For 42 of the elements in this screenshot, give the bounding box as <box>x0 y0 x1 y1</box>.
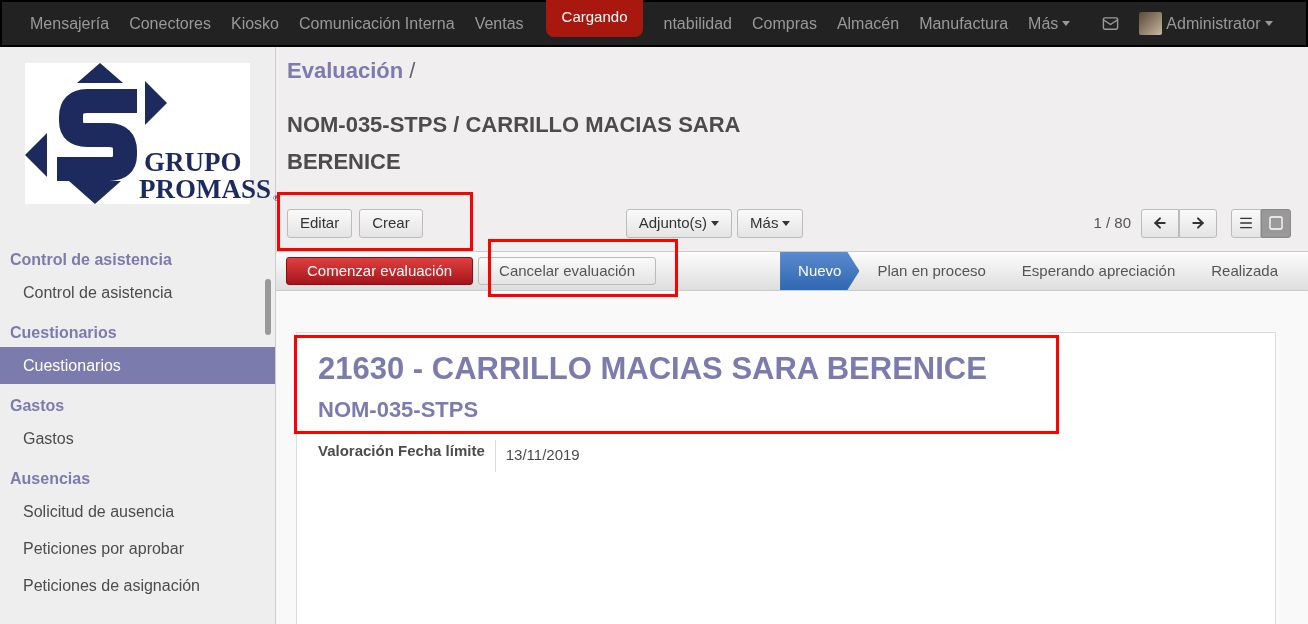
toolbar-button[interactable]: Crear <box>359 208 423 238</box>
stage-step[interactable]: Plan en proceso <box>859 252 1004 290</box>
logo-text: PROMASS <box>139 176 271 203</box>
breadcrumb-separator: / <box>409 56 416 85</box>
sidebar-item[interactable]: Peticiones por aprobar <box>0 530 275 567</box>
action-button[interactable]: Comenzar evaluación <box>286 257 474 285</box>
sidebar-item[interactable]: Cuestionarios <box>0 347 275 384</box>
action-button[interactable]: Cancelar evaluación <box>478 257 656 285</box>
menu-link[interactable]: Ventas <box>474 11 524 36</box>
field-label: Valoración Fecha límite <box>318 440 496 472</box>
breadcrumb-link[interactable]: Evaluación <box>287 53 404 87</box>
menu-link[interactable]: Manufactura <box>919 11 1009 36</box>
toolbar-button[interactable]: Editar <box>287 208 353 238</box>
menu-link[interactable]: Almacén <box>836 11 900 36</box>
record-title: NOM-035-STPS / CARRILLO MACIAS SARA BERENICE <box>287 111 741 176</box>
more-menu[interactable]: Más <box>1028 11 1071 36</box>
menu-link[interactable]: Compras <box>752 11 817 36</box>
sidebar-section-title: Cuestionarios <box>9 323 118 343</box>
dropdown-button[interactable]: Más <box>737 208 804 238</box>
menu-link[interactable]: Mensajería <box>30 11 110 36</box>
sheet-title: 21630 - CARRILLO MACIAS SARA BERENICE <box>318 350 988 388</box>
loading-badge: Cargando <box>545 0 644 37</box>
sidebar-section-title: Ausencias <box>9 469 92 489</box>
menu-link[interactable]: ntabilidad <box>663 11 732 36</box>
menu-link[interactable]: Kiosko <box>231 11 279 36</box>
logo-text: GRUPO <box>144 149 243 176</box>
menu-link[interactable]: Conectores <box>129 11 211 36</box>
sidebar-item[interactable]: Gastos <box>0 420 275 457</box>
sidebar-item[interactable]: Peticiones de asignación <box>0 567 275 604</box>
stage-step[interactable]: Realizada <box>1193 252 1296 290</box>
stage-step[interactable]: Esperando apreciación <box>1003 252 1194 290</box>
sidebar-section-title: Control de asistencia <box>9 250 173 270</box>
sidebar-section-title: Gastos <box>9 396 66 416</box>
sidebar-item[interactable]: Solicitud de ausencia <box>0 493 275 530</box>
sidebar-item[interactable]: Control de asistencia <box>0 274 275 311</box>
menu-link[interactable]: Comunicación Interna <box>299 11 455 36</box>
sheet-subtitle: NOM-035-STPS <box>318 396 480 424</box>
stage-step[interactable]: Nuevo <box>780 252 860 290</box>
dropdown-button[interactable]: Adjunto(s) <box>625 208 733 238</box>
field-value: 13/11/2019 <box>504 445 580 465</box>
user-menu[interactable]: Administrator <box>1166 11 1273 36</box>
pager-counter: 1 / 80 <box>1093 212 1131 233</box>
